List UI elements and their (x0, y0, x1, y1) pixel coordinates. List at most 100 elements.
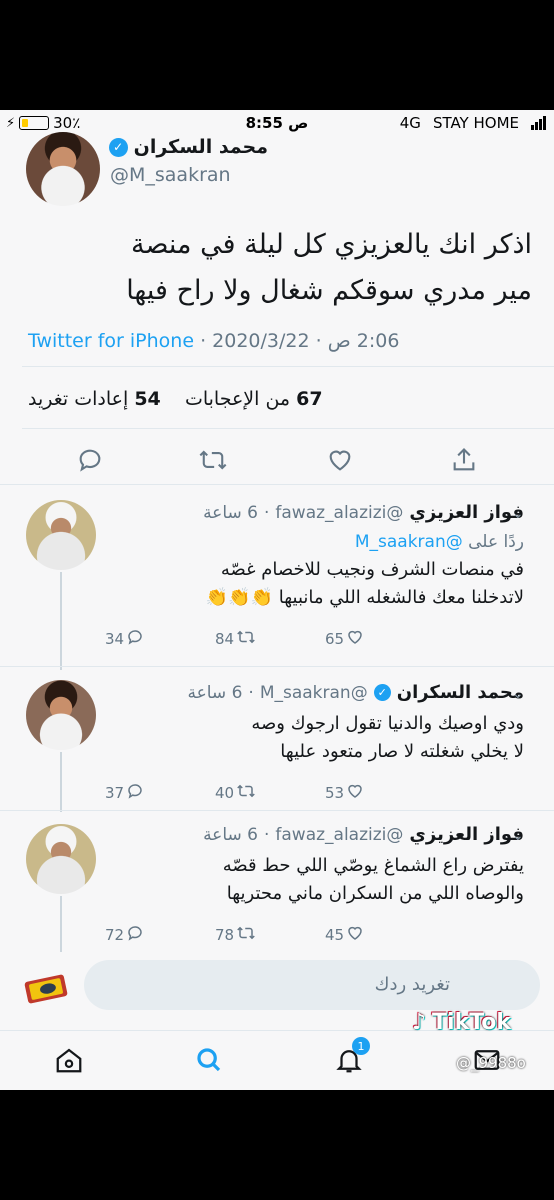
notifications-badge: 1 (352, 1037, 370, 1055)
signal-icon (531, 116, 546, 130)
like-count[interactable]: 65 (325, 628, 364, 650)
reply-icon (126, 628, 144, 650)
reply-time: 6 ساعة (187, 682, 243, 703)
retweet-count[interactable]: 78 (215, 924, 256, 946)
reply-count-value: 37 (105, 784, 125, 802)
reply-author-name[interactable]: محمد السكران (397, 682, 524, 703)
likes-label[interactable]: من الإعجابات (185, 388, 290, 410)
retweets-count[interactable]: 54 (134, 388, 160, 410)
author-handle[interactable]: @M_saakran (110, 164, 231, 186)
like-count-value: 65 (325, 630, 345, 648)
replying-mention[interactable]: @M_saakran (355, 532, 463, 552)
chevron-down-icon[interactable]: ⌄ (512, 828, 524, 844)
tiktok-brand: TikTok (432, 1010, 512, 1035)
retweet-icon (236, 924, 256, 946)
divider (22, 428, 554, 429)
tweet-actions (0, 446, 554, 476)
retweets-label[interactable]: إعادات تغريد (28, 388, 128, 410)
network-type: 4G (399, 114, 421, 132)
reply-body: ردًا على @M_saakran في منصات الشرف ونجيب… (206, 528, 524, 612)
reply-line-1: في منصات الشرف ونجيب للاخصام غصّه (220, 559, 524, 580)
reply-count-value: 72 (105, 926, 125, 944)
verified-icon: ✓ (373, 684, 391, 701)
tiktok-username: @_9988o (456, 1054, 526, 1072)
tweet-meta: Twitter for iPhone · 2020/3/22 · 2:06 ص (28, 330, 400, 352)
reply-icon (126, 924, 144, 946)
reply-line-2: لاتدخلنا معك فالشغله اللي مانبيها 👏👏👏 (205, 587, 524, 608)
thread-line (60, 752, 62, 812)
reply-author-handle[interactable]: @fawaz_alazizi (275, 503, 403, 523)
retweet-icon (236, 628, 256, 650)
divider (0, 484, 554, 485)
reply-line-2: والوصاه اللي من السكران ماني محتريها (226, 883, 524, 904)
tweet-text: اذكر انك يالعزيزي كل ليلة في منصة مير مد… (126, 222, 532, 314)
carrier-name: STAY HOME (432, 114, 519, 132)
search-icon[interactable] (194, 1045, 224, 1075)
share-icon[interactable] (450, 446, 478, 474)
tweet-line-2: مير مدري سوقكم شغال ولا راح فيها (126, 275, 532, 306)
reply-count[interactable]: 34 (105, 628, 144, 650)
tweet-source[interactable]: Twitter for iPhone (28, 330, 194, 352)
reply-icon (126, 782, 144, 804)
reply-line-1: يفترض راع الشماغ يوصّي اللي حط قصّه (222, 855, 524, 876)
retweet-icon[interactable] (198, 446, 227, 474)
tiktok-watermark: ♪ TikTok (412, 1010, 511, 1035)
like-count[interactable]: 45 (325, 924, 364, 946)
reply-icon[interactable] (76, 446, 104, 474)
reply-time: 6 ساعة (203, 502, 258, 523)
home-icon[interactable] (54, 1045, 84, 1075)
retweet-count-value: 84 (215, 630, 235, 648)
reply-line-2: لا يخلي شغلته لا صار متعود عليها (280, 741, 524, 762)
like-count-value: 45 (325, 926, 345, 944)
reply-compose-input[interactable]: تغريد ردك (84, 960, 540, 1010)
replying-label: ردًا على (468, 532, 524, 552)
retweet-icon (236, 782, 256, 804)
reply-count[interactable]: 72 (105, 924, 144, 946)
reply-author-handle[interactable]: @fawaz_alazizi (275, 825, 403, 845)
reply-header: فواز العزيزي @fawaz_alazizi · 6 ساعة (203, 824, 524, 845)
reply-author-handle[interactable]: @M_saakran (260, 683, 368, 703)
reply-counts: 72 78 45 (105, 924, 365, 946)
reply-counts: 34 84 65 (105, 628, 365, 650)
divider (22, 366, 554, 367)
tweet-line-1: اذكر انك يالعزيزي كل ليلة في منصة (131, 229, 532, 260)
reply-body: ودي اوصيك والدنيا تقول ارجوك وصه لا يخلي… (251, 710, 524, 766)
notifications-icon[interactable]: 1 (334, 1037, 370, 1075)
chevron-down-icon[interactable]: ⌄ (512, 686, 524, 702)
avatar[interactable] (26, 500, 96, 570)
replying-to: ردًا على @M_saakran (206, 528, 524, 556)
tweet-stats: 67 من الإعجابات 54 إعادات تغريد (28, 388, 323, 410)
reply-count-value: 34 (105, 630, 125, 648)
reply-body: يفترض راع الشماغ يوصّي اللي حط قصّه والو… (223, 852, 524, 908)
verified-icon: ✓ (108, 137, 128, 157)
divider (0, 810, 554, 811)
retweet-count[interactable]: 84 (215, 628, 256, 650)
tweet-date: 2020/3/22 (212, 330, 310, 352)
thread-line (60, 572, 62, 670)
avatar[interactable] (26, 824, 96, 894)
reply-counts: 37 40 53 (105, 782, 365, 804)
user-avatar[interactable] (22, 968, 74, 1008)
likes-count[interactable]: 67 (296, 388, 322, 410)
reply-count[interactable]: 37 (105, 782, 144, 804)
author-name-line[interactable]: محمد السكران ✓ (108, 136, 268, 158)
reply-header: محمد السكران ✓ @M_saakran · 6 ساعة (187, 682, 524, 703)
retweet-count-value: 40 (215, 784, 235, 802)
status-bar: ⚡ 30٪ ص 8:55 4G STAY HOME (0, 110, 554, 138)
avatar[interactable] (26, 680, 96, 750)
retweet-count[interactable]: 40 (215, 782, 256, 804)
tweet-time: 2:06 ص (327, 330, 400, 352)
avatar[interactable] (26, 132, 100, 206)
like-count[interactable]: 53 (325, 782, 364, 804)
tweet-screen: ⚡ 30٪ ص 8:55 4G STAY HOME محمد السكران ✓… (0, 110, 554, 1090)
like-icon[interactable] (326, 446, 354, 474)
like-icon (346, 782, 364, 804)
tiktok-logo-icon: ♪ (412, 1010, 427, 1035)
reply-header: فواز العزيزي @fawaz_alazizi · 6 ساعة (203, 502, 524, 523)
chevron-down-icon[interactable]: ⌄ (512, 506, 524, 522)
clock-ampm: ص (288, 114, 309, 132)
reply-author-name[interactable]: فواز العزيزي (409, 824, 524, 845)
reply-author-name[interactable]: فواز العزيزي (409, 502, 524, 523)
retweet-count-value: 78 (215, 926, 235, 944)
thread-line (60, 896, 62, 952)
